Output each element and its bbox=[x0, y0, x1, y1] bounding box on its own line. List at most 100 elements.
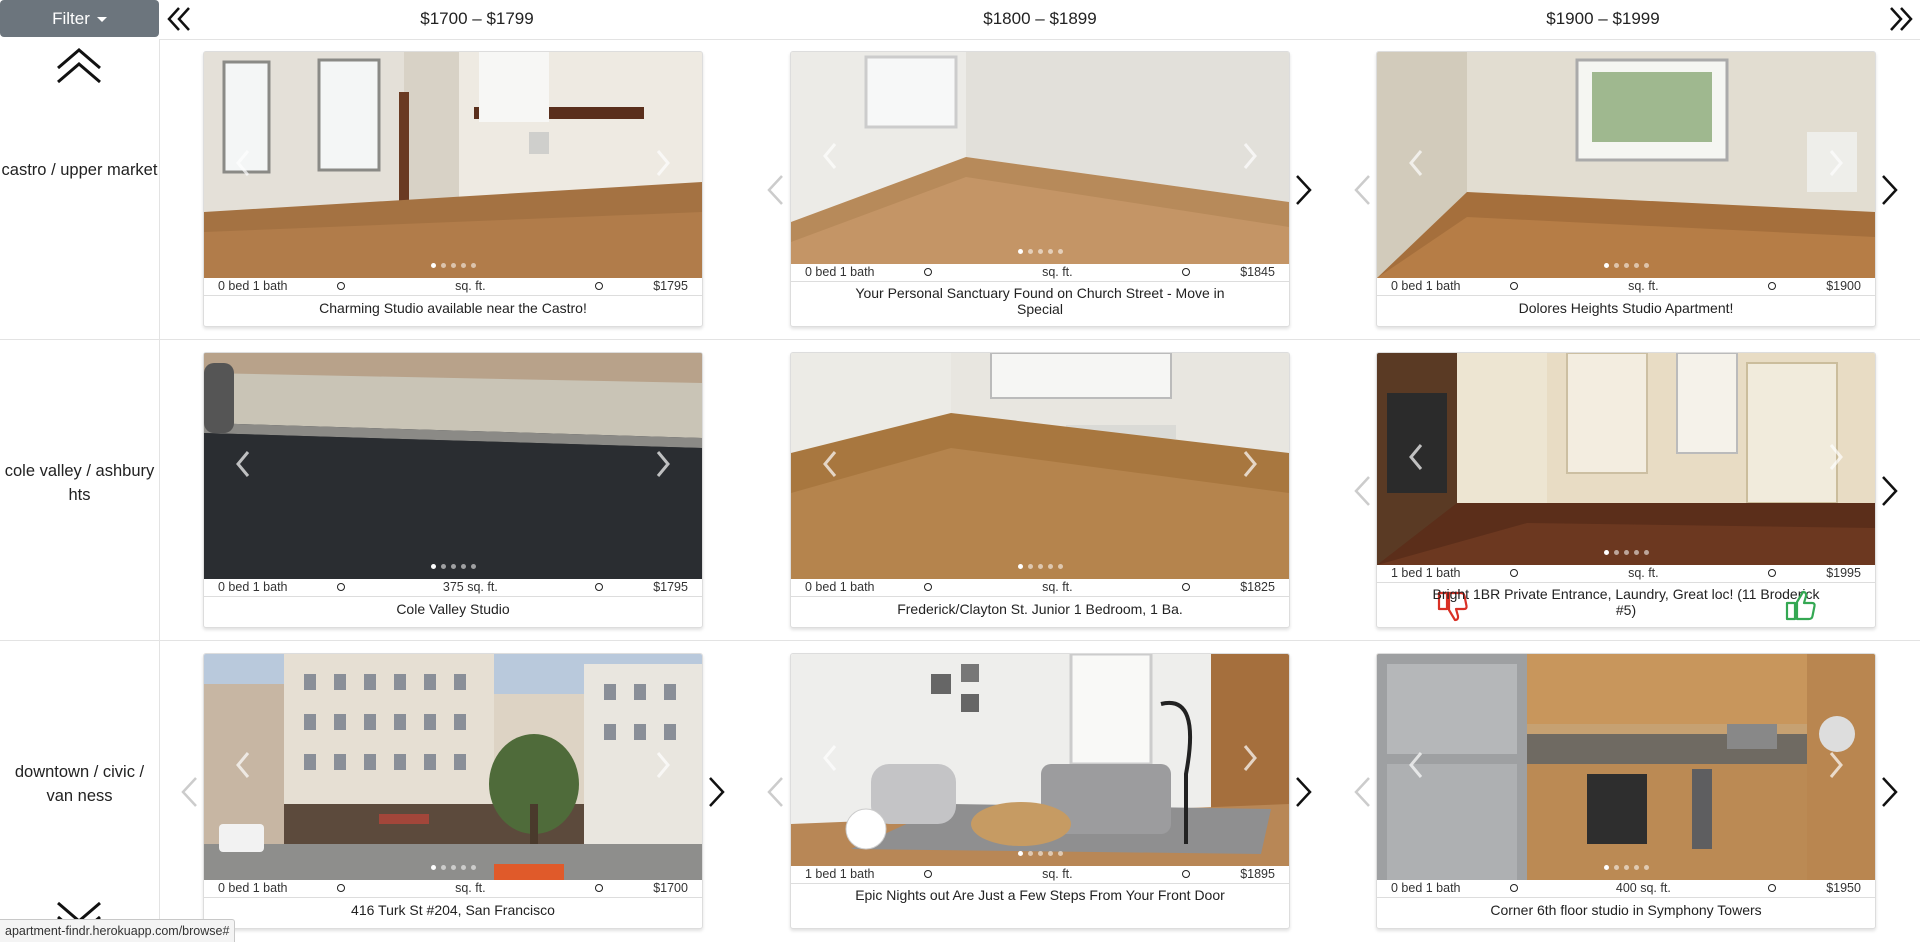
listing-title[interactable]: Dolores Heights Studio Apartment! bbox=[1427, 300, 1825, 316]
separator-circle-icon bbox=[1182, 870, 1191, 878]
carousel-prev-icon[interactable] bbox=[1407, 751, 1425, 779]
listing-card[interactable]: 0 bed 1 bath 400 sq. ft. $1950 Corner 6t… bbox=[1376, 653, 1876, 929]
listing-photo bbox=[791, 52, 1289, 264]
carousel-prev-icon[interactable] bbox=[821, 450, 839, 478]
listing-title[interactable]: Your Personal Sanctuary Found on Church … bbox=[841, 285, 1239, 317]
listing-info-row: 1 bed 1 bath sq. ft. $1895 bbox=[791, 866, 1289, 882]
caret-down-icon bbox=[96, 17, 107, 22]
carousel-indicators[interactable] bbox=[204, 564, 702, 569]
carousel-next-icon[interactable] bbox=[654, 149, 672, 177]
listing-beds: 0 bed 1 bath bbox=[1391, 279, 1461, 293]
listing-info-row: 1 bed 1 bath sq. ft. $1995 bbox=[1377, 565, 1875, 581]
listing-card[interactable]: 1 bed 1 bath sq. ft. $1995 Bright 1BR Pr… bbox=[1376, 352, 1876, 628]
separator-circle-icon bbox=[1510, 282, 1519, 290]
chevron-right-icon[interactable] bbox=[1879, 474, 1901, 508]
listing-sqft: sq. ft. bbox=[1042, 265, 1073, 279]
separator-circle-icon bbox=[1768, 884, 1777, 892]
carousel-next-icon[interactable] bbox=[654, 751, 672, 779]
carousel-prev-icon[interactable] bbox=[234, 450, 252, 478]
separator-circle-icon bbox=[1510, 569, 1519, 577]
carousel-prev-icon[interactable] bbox=[1407, 149, 1425, 177]
listing-price: $1825 bbox=[1240, 580, 1275, 594]
listing-price: $1995 bbox=[1826, 566, 1861, 580]
chevron-left-icon[interactable] bbox=[1351, 173, 1373, 207]
listing-info-row: 0 bed 1 bath 375 sq. ft. $1795 bbox=[204, 579, 702, 595]
carousel-next-icon[interactable] bbox=[1241, 450, 1259, 478]
listing-title[interactable]: Epic Nights out Are Just a Few Steps Fro… bbox=[841, 887, 1239, 903]
listing-sqft: sq. ft. bbox=[1042, 867, 1073, 881]
carousel-next-icon[interactable] bbox=[1241, 142, 1259, 170]
listing-photo bbox=[791, 654, 1289, 866]
chevron-left-icon[interactable] bbox=[178, 775, 200, 809]
filter-button[interactable]: Filter bbox=[0, 0, 159, 37]
thumbs-up-icon[interactable] bbox=[1783, 589, 1817, 623]
chevron-right-icon[interactable] bbox=[1293, 173, 1315, 207]
carousel-indicators[interactable] bbox=[791, 851, 1289, 856]
carousel-prev-icon[interactable] bbox=[821, 142, 839, 170]
price-column-header: $1700 – $1799 bbox=[420, 9, 534, 28]
left-column-divider bbox=[159, 39, 160, 942]
carousel-indicators[interactable] bbox=[204, 263, 702, 268]
carousel-next-icon[interactable] bbox=[1241, 744, 1259, 772]
chevron-left-icon[interactable] bbox=[1351, 775, 1373, 809]
listing-sqft: sq. ft. bbox=[1628, 566, 1659, 580]
listing-info-row: 0 bed 1 bath sq. ft. $1795 bbox=[204, 278, 702, 294]
listing-card[interactable]: 0 bed 1 bath sq. ft. $1845 Your Personal… bbox=[790, 51, 1290, 327]
carousel-next-icon[interactable] bbox=[1827, 149, 1845, 177]
listing-sqft: 400 sq. ft. bbox=[1615, 881, 1671, 895]
carousel-indicators[interactable] bbox=[204, 865, 702, 870]
carousel-next-icon[interactable] bbox=[1827, 443, 1845, 471]
chevron-right-icon[interactable] bbox=[1879, 173, 1901, 207]
listing-title[interactable]: Bright 1BR Private Entrance, Laundry, Gr… bbox=[1427, 586, 1825, 618]
carousel-indicators[interactable] bbox=[1377, 550, 1875, 555]
chevron-right-icon[interactable] bbox=[1879, 775, 1901, 809]
separator-circle-icon bbox=[1510, 884, 1519, 892]
row-divider bbox=[0, 339, 1920, 340]
listing-sqft: sq. ft. bbox=[1628, 279, 1659, 293]
chevron-left-icon[interactable] bbox=[1351, 474, 1373, 508]
listing-price: $1895 bbox=[1240, 867, 1275, 881]
listing-beds: 1 bed 1 bath bbox=[1391, 566, 1461, 580]
listing-card[interactable]: 0 bed 1 bath sq. ft. $1900 Dolores Heigh… bbox=[1376, 51, 1876, 327]
listing-card[interactable]: 0 bed 1 bath 375 sq. ft. $1795 Cole Vall… bbox=[203, 352, 703, 628]
chevron-double-right-icon[interactable] bbox=[1884, 2, 1918, 36]
listing-sqft: sq. ft. bbox=[1042, 580, 1073, 594]
listing-card[interactable]: 1 bed 1 bath sq. ft. $1895 Epic Nights o… bbox=[790, 653, 1290, 929]
carousel-indicators[interactable] bbox=[1377, 263, 1875, 268]
listing-beds: 0 bed 1 bath bbox=[805, 265, 875, 279]
listing-title[interactable]: 416 Turk St #204, San Francisco bbox=[254, 902, 652, 918]
listing-card[interactable]: 0 bed 1 bath sq. ft. $1700 416 Turk St #… bbox=[203, 653, 703, 929]
separator-circle-icon bbox=[1182, 583, 1191, 591]
listing-photo bbox=[204, 353, 702, 579]
listing-price: $1950 bbox=[1826, 881, 1861, 895]
carousel-prev-icon[interactable] bbox=[234, 751, 252, 779]
listing-card[interactable]: 0 bed 1 bath sq. ft. $1825 Frederick/Cla… bbox=[790, 352, 1290, 628]
carousel-indicators[interactable] bbox=[791, 249, 1289, 254]
price-column-header: $1900 – $1999 bbox=[1546, 9, 1660, 28]
chevron-double-up-icon[interactable] bbox=[55, 46, 103, 86]
listing-title[interactable]: Charming Studio available near the Castr… bbox=[254, 300, 652, 316]
listing-title[interactable]: Cole Valley Studio bbox=[254, 601, 652, 617]
row-divider bbox=[0, 640, 1920, 641]
carousel-prev-icon[interactable] bbox=[1407, 443, 1425, 471]
carousel-prev-icon[interactable] bbox=[821, 744, 839, 772]
chevron-double-left-icon[interactable] bbox=[162, 2, 196, 36]
chevron-left-icon[interactable] bbox=[764, 173, 786, 207]
listing-beds: 0 bed 1 bath bbox=[218, 279, 288, 293]
listing-title[interactable]: Frederick/Clayton St. Junior 1 Bedroom, … bbox=[841, 601, 1239, 617]
chevron-right-icon[interactable] bbox=[1293, 775, 1315, 809]
carousel-indicators[interactable] bbox=[1377, 865, 1875, 870]
chevron-right-icon[interactable] bbox=[706, 775, 728, 809]
chevron-left-icon[interactable] bbox=[764, 775, 786, 809]
listing-price: $1845 bbox=[1240, 265, 1275, 279]
row-label-neighborhood: castro / upper market bbox=[1, 161, 158, 179]
carousel-next-icon[interactable] bbox=[654, 450, 672, 478]
carousel-prev-icon[interactable] bbox=[234, 149, 252, 177]
carousel-next-icon[interactable] bbox=[1827, 751, 1845, 779]
listing-photo bbox=[204, 654, 702, 880]
listing-card[interactable]: 0 bed 1 bath sq. ft. $1795 Charming Stud… bbox=[203, 51, 703, 327]
listing-sqft: sq. ft. bbox=[455, 279, 486, 293]
carousel-indicators[interactable] bbox=[791, 564, 1289, 569]
listing-title[interactable]: Corner 6th floor studio in Symphony Towe… bbox=[1427, 902, 1825, 918]
filter-label: Filter bbox=[52, 8, 90, 28]
